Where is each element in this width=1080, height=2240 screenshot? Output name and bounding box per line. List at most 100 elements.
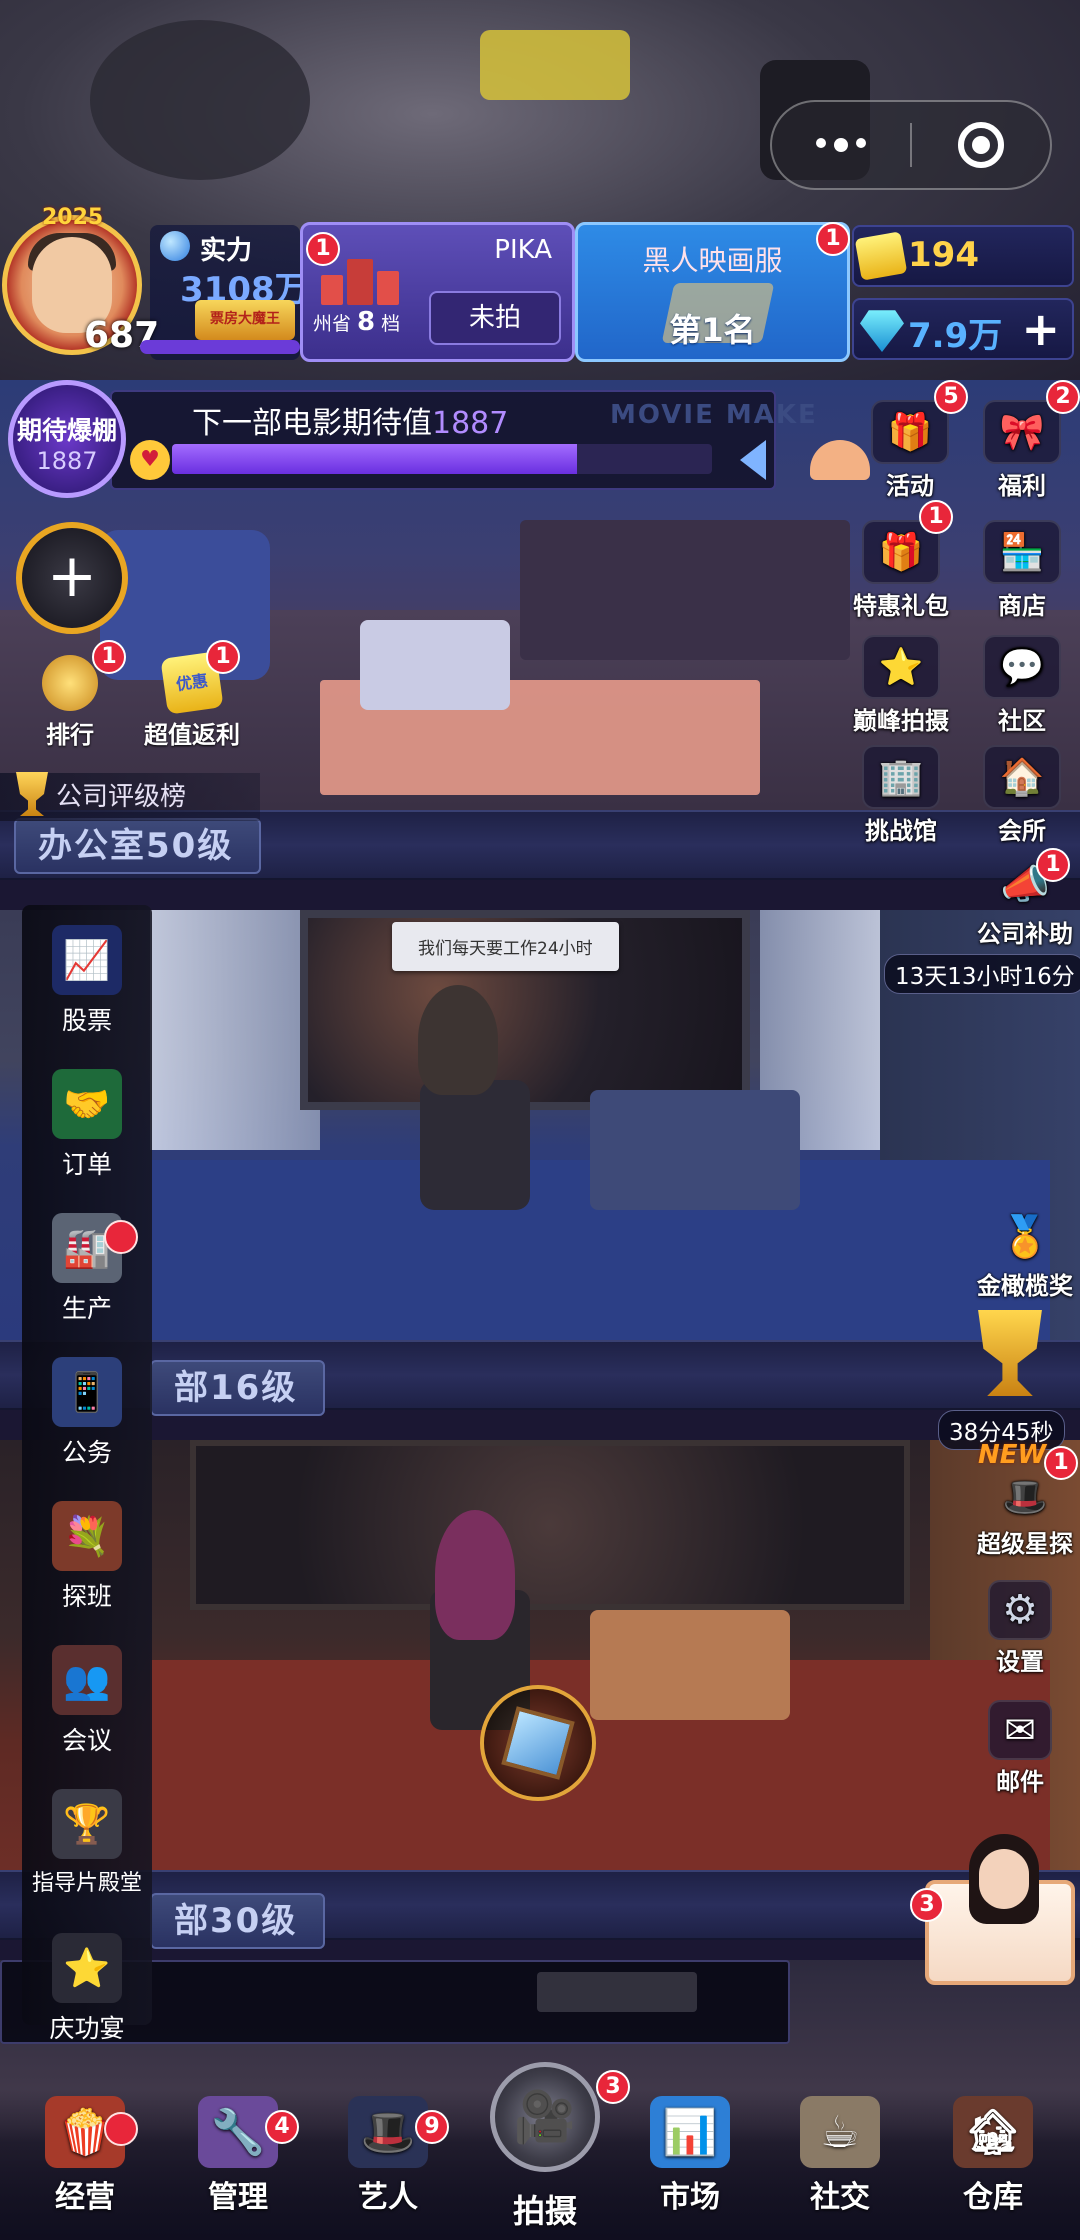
expectation-label: 下一部电影期待值1887 xyxy=(192,406,509,441)
settings-button[interactable]: ⚙ 设置 xyxy=(970,1580,1070,1677)
welfare-label: 福利 xyxy=(998,472,1046,500)
player-avatar[interactable]: 2025 687 xyxy=(2,205,159,365)
gift-pack-label: 特惠礼包 xyxy=(853,592,949,620)
welfare-button[interactable]: 🎀 福利 xyxy=(972,400,1072,501)
activity-badge: 5 xyxy=(934,380,968,414)
nav-warehouse-label: 仓库 xyxy=(963,2180,1023,2215)
nav-manage-label: 管理 xyxy=(208,2180,268,2215)
shop-button[interactable]: 🏪 商店 xyxy=(972,520,1072,621)
set-visit-label: 探班 xyxy=(61,1582,112,1611)
side-menu-set-visit[interactable]: 💐 探班 xyxy=(22,1501,152,1613)
city-window xyxy=(190,1440,910,1610)
subsidy-badge: 1 xyxy=(1036,848,1070,882)
department-room-2[interactable] xyxy=(0,1440,1080,1870)
side-menu-meeting[interactable]: 👥 会议 xyxy=(22,1645,152,1757)
club-label: 会所 xyxy=(998,817,1046,845)
gold-value: 194 xyxy=(908,235,979,275)
side-menu: 📈 股票 🤝 订单 🏭 生产 📱 公务 💐 探班 👥 会议 🏆 指导片殿堂 ⭐ 庆功宴 xyxy=(22,905,152,2043)
title-badge: 票房大魔王 xyxy=(195,300,295,340)
orders-label: 订单 xyxy=(61,1150,112,1179)
expectation-circle-value: 1887 xyxy=(36,447,98,475)
business-icon: 📱 xyxy=(52,1357,122,1427)
side-menu-stocks[interactable]: 📈 股票 xyxy=(22,925,152,1037)
more-button[interactable] xyxy=(772,102,910,188)
nav-artists[interactable]: 🎩 艺人 xyxy=(313,2090,463,2216)
challenge-button[interactable]: 🏢 挑战馆 xyxy=(845,745,957,846)
room-table xyxy=(360,620,510,710)
super-scout-label: 超级星探 xyxy=(977,1530,1073,1558)
expectation-circle-title: 期待爆棚 xyxy=(16,416,117,445)
challenge-icon: 🏢 xyxy=(862,745,940,809)
nav-shoot-label: 拍摄 xyxy=(512,2192,577,2230)
gift-pack-button[interactable]: 🎁 特惠礼包 xyxy=(845,520,957,621)
province-card[interactable]: PIKA 州省 8 档 未拍 xyxy=(300,222,575,362)
director-hall-icon: 🏆 xyxy=(52,1789,122,1859)
nav-market[interactable]: 📊 市场 xyxy=(615,2090,765,2216)
nav-operate[interactable]: 🍿 经营 xyxy=(10,2090,160,2216)
club-button[interactable]: 🏠 会所 xyxy=(972,745,1072,846)
close-button[interactable] xyxy=(912,102,1050,188)
nav-shoot-badge: 3 xyxy=(596,2070,630,2104)
diamond-icon xyxy=(860,310,904,352)
server-name: 黑人映画服 xyxy=(642,244,783,277)
gem-counter[interactable]: 7.9万 + xyxy=(852,298,1074,360)
side-menu-celebration[interactable]: ⭐ 庆功宴 xyxy=(22,1933,152,2045)
side-menu-business[interactable]: 📱 公务 xyxy=(22,1357,152,1469)
mail-button[interactable]: ✉ 邮件 xyxy=(970,1700,1070,1797)
nav-manage[interactable]: 🔧 管理 xyxy=(163,2090,313,2216)
gem-value: 7.9万 xyxy=(908,316,1003,356)
community-button[interactable]: 💬 社区 xyxy=(972,635,1072,736)
floor-label-dept2[interactable]: 部16级 xyxy=(150,1360,326,1416)
stocks-label: 股票 xyxy=(61,1006,112,1035)
golden-olive-award-button[interactable]: 🏅 金橄榄奖 xyxy=(965,1208,1080,1301)
bottom-navigation: 🍿 经营 🔧 管理 4 🎩 艺人 9 🎥 拍摄 3 📊 市场 ☕ 社交 🏚 仓库 xyxy=(0,2062,1080,2240)
nav-market-label: 市场 xyxy=(660,2180,720,2215)
secretary-portrait[interactable] xyxy=(925,1834,1075,1985)
mini-program-capsule xyxy=(770,100,1052,190)
super-scout-button[interactable]: 🎩 超级星探 xyxy=(965,1472,1080,1559)
expectation-circle[interactable]: 期待爆棚 1887 xyxy=(8,380,126,498)
set-visit-icon: 💐 xyxy=(52,1501,122,1571)
speech-bubble-faded xyxy=(537,1972,697,2012)
peak-shoot-label: 巅峰拍摄 xyxy=(853,707,949,735)
cube-icon xyxy=(501,1706,575,1780)
film-camera-icon: 🎥 xyxy=(490,2062,600,2172)
add-gems-button[interactable]: + xyxy=(1021,302,1060,356)
trophy-event-button[interactable] xyxy=(960,1310,1060,1400)
mystery-box-button[interactable] xyxy=(480,1685,596,1801)
peak-shoot-button[interactable]: ⭐ 巅峰拍摄 xyxy=(845,635,957,736)
scene-prop xyxy=(90,20,310,180)
not-shot-button[interactable]: 未拍 xyxy=(429,291,561,345)
npc-employee[interactable] xyxy=(435,1510,515,1640)
activity-button[interactable]: 🎁 活动 xyxy=(860,400,960,501)
collapse-arrow-icon[interactable] xyxy=(740,440,766,480)
year-badge: 2025 xyxy=(42,205,104,230)
side-menu-orders[interactable]: 🤝 订单 xyxy=(22,1069,152,1181)
npc-employee[interactable] xyxy=(418,985,498,1095)
production-alert-dot xyxy=(104,1220,138,1254)
welfare-icon: 🎀 xyxy=(983,400,1061,464)
gift-pack-badge: 1 xyxy=(919,500,953,534)
floor-label-office[interactable]: 办公室50级 xyxy=(14,818,262,874)
activity-icon: 🎁 xyxy=(871,400,949,464)
community-icon: 💬 xyxy=(983,635,1061,699)
new-tag: NEW xyxy=(978,1440,1047,1470)
club-icon: 🏠 xyxy=(983,745,1061,809)
server-rank-card[interactable]: 黑人映画服 第1名 xyxy=(575,222,850,362)
floor-label-dept3[interactable]: 部30级 xyxy=(150,1893,326,1949)
add-button[interactable]: + xyxy=(16,522,128,634)
community-label: 社区 xyxy=(998,707,1046,735)
rank-button-badge: 1 xyxy=(92,640,126,674)
welfare-badge: 2 xyxy=(1046,380,1080,414)
nav-social[interactable]: ☕ 社交 xyxy=(765,2090,915,2216)
mail-label: 邮件 xyxy=(996,1768,1044,1796)
activity-label: 活动 xyxy=(886,472,934,500)
gold-ticket-counter[interactable]: 194 xyxy=(852,225,1074,287)
nav-social-label: 社交 xyxy=(810,2180,870,2215)
globe-icon xyxy=(160,231,190,261)
market-icon: 📊 xyxy=(650,2096,730,2168)
nav-warehouse[interactable]: 🏚 仓库 xyxy=(918,2090,1068,2216)
rebate-label: 超值返利 xyxy=(144,721,240,749)
nav-operate-alert-dot xyxy=(104,2112,138,2146)
side-menu-director-hall[interactable]: 🏆 指导片殿堂 xyxy=(22,1789,152,1897)
